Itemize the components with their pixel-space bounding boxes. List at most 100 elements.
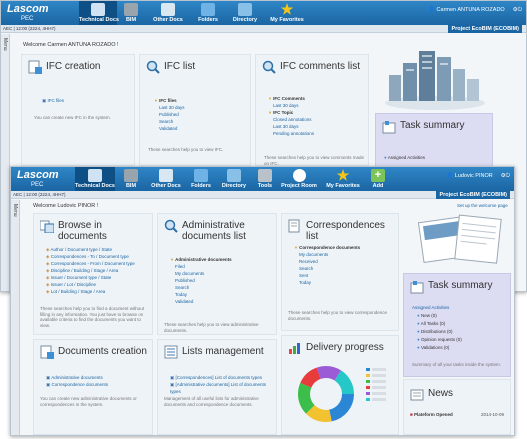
side-menu-tab[interactable]: Menu — [1, 34, 10, 291]
toolbar-bim[interactable]: BIM — [119, 167, 143, 191]
toolbar-my-favorites[interactable]: ★ My Favorites — [267, 1, 307, 25]
search-icon — [164, 219, 178, 233]
project-name[interactable]: Project EcoBIM (ECOBIM) — [436, 191, 510, 199]
toolbar-other-docs[interactable]: Other Docs — [149, 167, 183, 191]
browse-item[interactable]: Correspondences - To / Document type — [46, 253, 135, 260]
project-name[interactable]: Project EcoBIM (ECOBIM) — [448, 25, 522, 33]
task-all-link[interactable]: All Tasks (0) — [412, 320, 462, 328]
delivery-progress-panel: Delivery progress — [281, 335, 399, 435]
lock-icon — [292, 169, 306, 182]
toolbar-directory[interactable]: Directory — [219, 167, 249, 191]
task-summary-icon — [410, 280, 424, 299]
app-logo: Lascom PEC — [7, 3, 49, 23]
browse-item[interactable]: Discipline / Building / Stage / Area — [46, 267, 135, 274]
list-item[interactable]: Validated — [154, 125, 185, 132]
assigned-activities-link[interactable]: Assigned Activities — [384, 154, 425, 162]
star-icon: ★ — [336, 167, 350, 183]
toolbar-technical-docs[interactable]: Technical Docs — [79, 1, 119, 25]
ifc-topic-header[interactable]: IFC Topic — [268, 109, 314, 116]
toolbar-directory[interactable]: Directory — [229, 1, 261, 25]
create-correspondence-link[interactable]: Correspondence documents — [46, 381, 109, 388]
user-icon: 👤 — [446, 173, 454, 179]
setup-welcome-link[interactable]: Set up the welcome page — [457, 203, 508, 208]
panel-title: IFC creation — [46, 61, 101, 72]
ifc-files-header[interactable]: IFC files — [154, 97, 185, 104]
news-row[interactable]: ■ Plateform Opened 2014-10-09 — [410, 412, 504, 417]
list-item[interactable]: Filed — [170, 263, 232, 270]
news-panel: News ■ Plateform Opened 2014-10-09 — [403, 379, 511, 435]
admin-documents-panel: Administrativedocuments list Administrat… — [157, 213, 277, 335]
user-name[interactable]: Carmen ANTUNA ROZADO — [437, 7, 505, 13]
list-item[interactable]: Published — [154, 111, 185, 118]
list-item[interactable]: Pending annotations — [268, 130, 314, 137]
list-icon — [164, 345, 178, 359]
user-name[interactable]: Ludovic PINOR — [455, 173, 493, 179]
technical-docs-icon — [91, 3, 105, 16]
correspondence-header[interactable]: Correspondence documents — [294, 244, 360, 251]
browse-item[interactable]: Author / Document type / State — [46, 246, 135, 253]
list-item[interactable]: Today — [170, 291, 232, 298]
list-item[interactable]: Last 30 days — [268, 123, 314, 130]
toolbar-project-room[interactable]: Project Room — [281, 167, 317, 191]
list-types-link[interactable]: [Administrative documents] List of docum… — [170, 381, 276, 395]
side-menu-tab[interactable]: Menu — [11, 200, 20, 435]
list-item[interactable]: Sent — [294, 272, 360, 279]
toolbar-technical-docs[interactable]: Technical Docs — [75, 167, 115, 191]
toolbar-folders[interactable]: Folders — [187, 167, 215, 191]
toolbar-tools[interactable]: Tools — [253, 167, 277, 191]
lists-management-panel: Lists management [Correspondences] List … — [157, 339, 277, 435]
list-item[interactable]: My documents — [294, 251, 360, 258]
assigned-activities-header[interactable]: Assigned Activities — [412, 304, 462, 312]
correspondence-icon — [288, 219, 302, 233]
toolbar-bim[interactable]: BIM — [119, 1, 143, 25]
task-new-link[interactable]: New (0) — [412, 312, 462, 320]
folders-icon — [194, 169, 208, 182]
panel-title: Correspondences list — [306, 220, 385, 242]
ifc-files-link[interactable]: IFC files — [42, 97, 65, 104]
list-types-link[interactable]: [Correspondences] List of documents type… — [170, 374, 276, 381]
create-admin-doc-link[interactable]: Administrative documents — [46, 374, 108, 381]
browse-item[interactable]: Issuer / Lot / Discipline — [46, 281, 135, 288]
browse-item[interactable]: Issuer / Document type / State — [46, 274, 135, 281]
panel-description: These searches help you to view administ… — [164, 322, 259, 333]
list-item[interactable]: Received — [294, 258, 360, 265]
task-opinion-link[interactable]: Opinion requests (0) — [412, 336, 462, 344]
news-title: Plateform Opened — [413, 412, 453, 417]
search-icon — [262, 60, 276, 74]
chart-icon — [288, 341, 302, 355]
top-toolbar: Lascom PEC Technical Docs BIM Other Docs … — [1, 1, 526, 25]
app-logo: Lascom PEC — [17, 169, 59, 189]
list-item[interactable]: Last 30 days — [154, 104, 185, 111]
ifc-comments-header[interactable]: IFC Comments — [268, 95, 314, 102]
top-toolbar: Lascom PEC Technical Docs BIM Other Docs … — [11, 167, 514, 191]
list-item[interactable]: Validated — [170, 298, 232, 305]
app-window-front: Lascom PEC Technical Docs BIM Other Docs … — [10, 166, 515, 436]
list-item[interactable]: Search — [294, 265, 360, 272]
list-item[interactable]: Published — [170, 277, 232, 284]
ifc-comments-panel: IFC comments list IFC Comments Last 30 d… — [255, 54, 369, 166]
panel-description: Summary of all your tasks inside the sys… — [412, 362, 502, 367]
logout-icon[interactable]: ⏻ — [518, 7, 522, 13]
list-item[interactable]: My documents — [170, 270, 232, 277]
list-item[interactable]: Last 30 days — [268, 102, 314, 109]
news-icon — [410, 388, 424, 402]
panel-title: Administrative documents list — [182, 220, 246, 242]
list-item[interactable]: Search — [170, 284, 232, 291]
search-icon — [146, 60, 160, 74]
browse-item[interactable]: Lot / Building / Stage / Area — [46, 288, 135, 295]
toolbar-add[interactable]: + Add — [367, 167, 389, 191]
task-validations-link[interactable]: Validations (0) — [412, 344, 462, 352]
news-date: 2014-10-09 — [480, 412, 504, 417]
toolbar-folders[interactable]: Folders — [193, 1, 223, 25]
toolbar-my-favorites[interactable]: ★ My Favorites — [323, 167, 363, 191]
list-item[interactable]: Closed annotations — [268, 116, 314, 123]
list-item[interactable]: Search — [154, 118, 185, 125]
toolbar-other-docs[interactable]: Other Docs — [151, 1, 185, 25]
task-summary-panel: Task summary Assigned Activities New (0)… — [403, 273, 511, 377]
admin-docs-header[interactable]: Administrative documents — [170, 256, 232, 263]
list-item[interactable]: Today — [294, 279, 360, 286]
logout-icon[interactable]: ⏻ — [506, 173, 510, 179]
task-distributions-link[interactable]: Distributions (0) — [412, 328, 462, 336]
browse-item[interactable]: Correspondences - From / Document type — [46, 260, 135, 267]
panel-title: IFC list — [164, 61, 196, 72]
